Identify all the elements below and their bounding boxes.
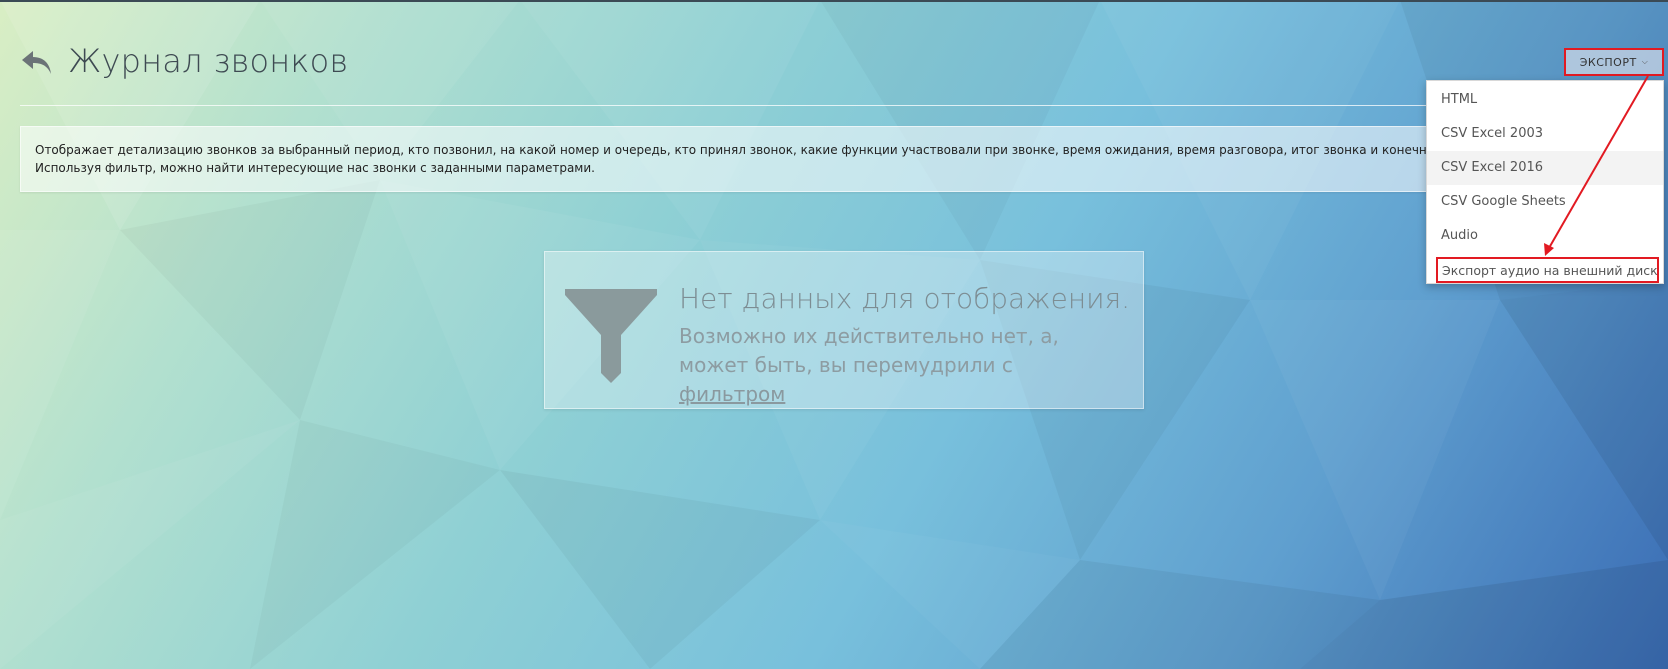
filter-icon (565, 289, 657, 383)
export-menu-item-audio[interactable]: Audio (1427, 219, 1663, 253)
export-menu-item-html[interactable]: HTML (1427, 83, 1663, 117)
page-header: Журнал звонков (20, 40, 1550, 100)
page-title: Журнал звонков (68, 42, 349, 80)
export-menu-item-csv-excel-2003[interactable]: CSV Excel 2003 (1427, 117, 1663, 151)
empty-state-title: Нет данных для отображения. (679, 282, 1131, 315)
back-arrow-icon[interactable] (20, 48, 54, 78)
empty-state-panel: Нет данных для отображения. Возможно их … (544, 251, 1144, 409)
top-border (0, 0, 1668, 2)
description-line-1: Отображает детализацию звонков за выбран… (35, 143, 1427, 157)
empty-state-subtitle-text: Возможно их действительно нет, а, может … (679, 324, 1059, 377)
export-button-label: ЭКСПОРТ (1579, 55, 1637, 69)
filter-link[interactable]: фильтром (679, 382, 785, 406)
description-box: Отображает детализацию звонков за выбран… (20, 126, 1550, 192)
empty-state-subtitle: Возможно их действительно нет, а, может … (679, 322, 1119, 409)
export-menu-item-audio-external-disk[interactable]: Экспорт аудио на внешний диск (1436, 257, 1659, 283)
header-divider (20, 105, 1550, 106)
chevron-down-icon: ⌵ (1641, 57, 1649, 66)
export-dropdown-menu: HTML CSV Excel 2003 CSV Excel 2016 CSV G… (1426, 80, 1664, 284)
description-line-2: Используя фильтр, можно найти интересующ… (35, 161, 595, 175)
export-menu-item-csv-excel-2016[interactable]: CSV Excel 2016 (1427, 151, 1663, 185)
export-button[interactable]: ЭКСПОРТ ⌵ (1564, 48, 1664, 76)
export-menu-item-csv-google-sheets[interactable]: CSV Google Sheets (1427, 185, 1663, 219)
